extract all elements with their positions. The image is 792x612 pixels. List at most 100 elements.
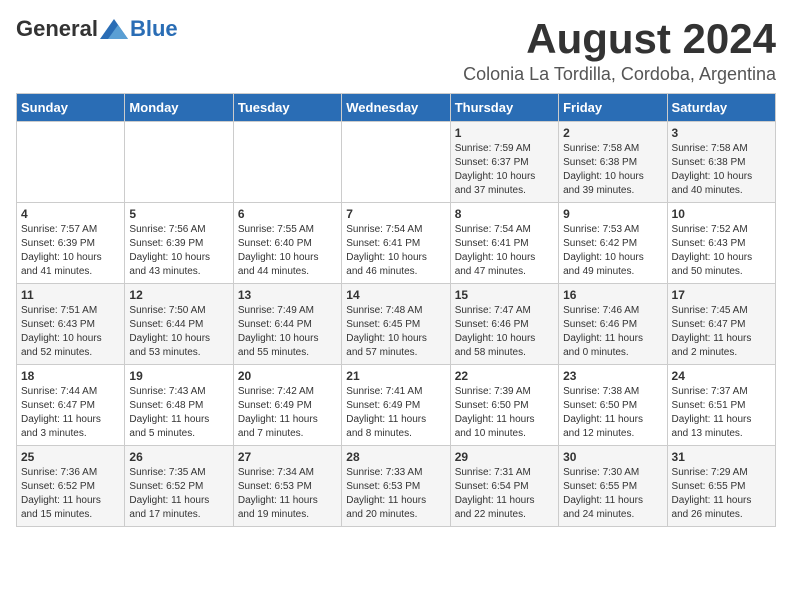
day-number: 6	[238, 207, 337, 221]
day-info: Sunrise: 7:31 AM Sunset: 6:54 PM Dayligh…	[455, 466, 554, 522]
calendar-cell: 3 Sunrise: 7:58 AM Sunset: 6:38 PM Daylig…	[667, 122, 775, 203]
logo-blue-text: Blue	[130, 16, 178, 42]
day-number: 17	[672, 288, 771, 302]
calendar-cell: 6 Sunrise: 7:55 AM Sunset: 6:40 PM Daylig…	[233, 203, 341, 284]
month-title: August 2024	[463, 16, 776, 62]
calendar-table: SundayMondayTuesdayWednesdayThursdayFrid…	[16, 93, 776, 527]
day-number: 28	[346, 450, 445, 464]
calendar-cell: 4 Sunrise: 7:57 AM Sunset: 6:39 PM Daylig…	[17, 203, 125, 284]
day-info: Sunrise: 7:42 AM Sunset: 6:49 PM Dayligh…	[238, 385, 337, 441]
day-info: Sunrise: 7:54 AM Sunset: 6:41 PM Dayligh…	[346, 223, 445, 279]
calendar-cell: 14 Sunrise: 7:48 AM Sunset: 6:45 PM Dayli…	[342, 284, 450, 365]
day-info: Sunrise: 7:50 AM Sunset: 6:44 PM Dayligh…	[129, 304, 228, 360]
day-number: 7	[346, 207, 445, 221]
day-number: 27	[238, 450, 337, 464]
calendar-cell: 23Sunrise: 7:38 AM Sunset: 6:50 PM Dayli…	[559, 365, 667, 446]
day-info: Sunrise: 7:29 AM Sunset: 6:55 PM Dayligh…	[672, 466, 771, 522]
calendar-cell: 21Sunrise: 7:41 AM Sunset: 6:49 PM Dayli…	[342, 365, 450, 446]
calendar-cell: 31 Sunrise: 7:29 AM Sunset: 6:55 PM Dayli…	[667, 446, 775, 527]
calendar-week-4: 18 Sunrise: 7:44 AM Sunset: 6:47 PM Dayli…	[17, 365, 776, 446]
day-info: Sunrise: 7:54 AM Sunset: 6:41 PM Dayligh…	[455, 223, 554, 279]
day-info: Sunrise: 7:52 AM Sunset: 6:43 PM Dayligh…	[672, 223, 771, 279]
day-info: Sunrise: 7:34 AM Sunset: 6:53 PM Dayligh…	[238, 466, 337, 522]
calendar-cell: 27 Sunrise: 7:34 AM Sunset: 6:53 PM Dayli…	[233, 446, 341, 527]
calendar-cell: 9 Sunrise: 7:53 AM Sunset: 6:42 PM Daylig…	[559, 203, 667, 284]
calendar-cell: 28 Sunrise: 7:33 AM Sunset: 6:53 PM Dayli…	[342, 446, 450, 527]
day-info: Sunrise: 7:59 AM Sunset: 6:37 PM Dayligh…	[455, 142, 554, 198]
day-info: Sunrise: 7:44 AM Sunset: 6:47 PM Dayligh…	[21, 385, 120, 441]
calendar-cell: 1 Sunrise: 7:59 AM Sunset: 6:37 PM Daylig…	[450, 122, 558, 203]
day-number: 22	[455, 369, 554, 383]
day-info: Sunrise: 7:51 AM Sunset: 6:43 PM Dayligh…	[21, 304, 120, 360]
calendar-cell: 26Sunrise: 7:35 AM Sunset: 6:52 PM Dayli…	[125, 446, 233, 527]
title-block: August 2024 Colonia La Tordilla, Cordoba…	[463, 16, 776, 85]
day-number: 30	[563, 450, 662, 464]
calendar-cell: 19Sunrise: 7:43 AM Sunset: 6:48 PM Dayli…	[125, 365, 233, 446]
day-number: 10	[672, 207, 771, 221]
day-info: Sunrise: 7:53 AM Sunset: 6:42 PM Dayligh…	[563, 223, 662, 279]
logo: General Blue	[16, 16, 178, 42]
weekday-header-wednesday: Wednesday	[342, 94, 450, 122]
day-info: Sunrise: 7:43 AM Sunset: 6:48 PM Dayligh…	[129, 385, 228, 441]
day-info: Sunrise: 7:57 AM Sunset: 6:39 PM Dayligh…	[21, 223, 120, 279]
calendar-cell	[17, 122, 125, 203]
logo-icon	[100, 19, 128, 39]
day-number: 29	[455, 450, 554, 464]
calendar-cell: 24 Sunrise: 7:37 AM Sunset: 6:51 PM Dayli…	[667, 365, 775, 446]
logo-general-text: General	[16, 16, 98, 42]
day-info: Sunrise: 7:58 AM Sunset: 6:38 PM Dayligh…	[672, 142, 771, 198]
day-info: Sunrise: 7:58 AM Sunset: 6:38 PM Dayligh…	[563, 142, 662, 198]
location: Colonia La Tordilla, Cordoba, Argentina	[463, 64, 776, 85]
day-number: 3	[672, 126, 771, 140]
day-number: 31	[672, 450, 771, 464]
day-info: Sunrise: 7:49 AM Sunset: 6:44 PM Dayligh…	[238, 304, 337, 360]
calendar-cell	[233, 122, 341, 203]
day-info: Sunrise: 7:46 AM Sunset: 6:46 PM Dayligh…	[563, 304, 662, 360]
day-info: Sunrise: 7:48 AM Sunset: 6:45 PM Dayligh…	[346, 304, 445, 360]
weekday-header-tuesday: Tuesday	[233, 94, 341, 122]
day-number: 8	[455, 207, 554, 221]
day-info: Sunrise: 7:33 AM Sunset: 6:53 PM Dayligh…	[346, 466, 445, 522]
calendar-cell: 16 Sunrise: 7:46 AM Sunset: 6:46 PM Dayli…	[559, 284, 667, 365]
day-number: 5	[129, 207, 228, 221]
weekday-header-saturday: Saturday	[667, 94, 775, 122]
day-number: 1	[455, 126, 554, 140]
calendar-cell: 2Sunrise: 7:58 AM Sunset: 6:38 PM Daylig…	[559, 122, 667, 203]
day-number: 24	[672, 369, 771, 383]
day-number: 9	[563, 207, 662, 221]
day-info: Sunrise: 7:41 AM Sunset: 6:49 PM Dayligh…	[346, 385, 445, 441]
calendar-week-2: 4 Sunrise: 7:57 AM Sunset: 6:39 PM Daylig…	[17, 203, 776, 284]
day-info: Sunrise: 7:39 AM Sunset: 6:50 PM Dayligh…	[455, 385, 554, 441]
calendar-cell: 11 Sunrise: 7:51 AM Sunset: 6:43 PM Dayli…	[17, 284, 125, 365]
calendar-cell: 15 Sunrise: 7:47 AM Sunset: 6:46 PM Dayli…	[450, 284, 558, 365]
day-info: Sunrise: 7:55 AM Sunset: 6:40 PM Dayligh…	[238, 223, 337, 279]
calendar-cell: 22 Sunrise: 7:39 AM Sunset: 6:50 PM Dayli…	[450, 365, 558, 446]
day-number: 16	[563, 288, 662, 302]
calendar-cell: 30 Sunrise: 7:30 AM Sunset: 6:55 PM Dayli…	[559, 446, 667, 527]
calendar-cell: 10 Sunrise: 7:52 AM Sunset: 6:43 PM Dayli…	[667, 203, 775, 284]
day-number: 18	[21, 369, 120, 383]
day-info: Sunrise: 7:37 AM Sunset: 6:51 PM Dayligh…	[672, 385, 771, 441]
weekday-header-sunday: Sunday	[17, 94, 125, 122]
calendar-cell: 13 Sunrise: 7:49 AM Sunset: 6:44 PM Dayli…	[233, 284, 341, 365]
calendar-cell: 29 Sunrise: 7:31 AM Sunset: 6:54 PM Dayli…	[450, 446, 558, 527]
day-info: Sunrise: 7:30 AM Sunset: 6:55 PM Dayligh…	[563, 466, 662, 522]
calendar-week-3: 11 Sunrise: 7:51 AM Sunset: 6:43 PM Dayli…	[17, 284, 776, 365]
calendar-cell	[342, 122, 450, 203]
day-number: 14	[346, 288, 445, 302]
day-info: Sunrise: 7:35 AM Sunset: 6:52 PM Dayligh…	[129, 466, 228, 522]
day-number: 4	[21, 207, 120, 221]
day-number: 11	[21, 288, 120, 302]
calendar-cell: 7 Sunrise: 7:54 AM Sunset: 6:41 PM Daylig…	[342, 203, 450, 284]
calendar-cell: 5Sunrise: 7:56 AM Sunset: 6:39 PM Daylig…	[125, 203, 233, 284]
day-info: Sunrise: 7:47 AM Sunset: 6:46 PM Dayligh…	[455, 304, 554, 360]
calendar-week-5: 25Sunrise: 7:36 AM Sunset: 6:52 PM Dayli…	[17, 446, 776, 527]
day-number: 20	[238, 369, 337, 383]
calendar-week-1: 1 Sunrise: 7:59 AM Sunset: 6:37 PM Daylig…	[17, 122, 776, 203]
day-info: Sunrise: 7:45 AM Sunset: 6:47 PM Dayligh…	[672, 304, 771, 360]
weekday-header-thursday: Thursday	[450, 94, 558, 122]
day-number: 15	[455, 288, 554, 302]
weekday-header-row: SundayMondayTuesdayWednesdayThursdayFrid…	[17, 94, 776, 122]
day-number: 12	[129, 288, 228, 302]
day-number: 13	[238, 288, 337, 302]
